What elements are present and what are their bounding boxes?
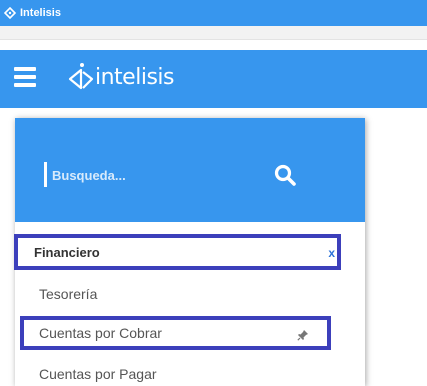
search-icon[interactable] xyxy=(273,163,297,187)
intelisis-diamond-icon xyxy=(68,63,94,90)
search-input[interactable] xyxy=(52,164,242,186)
window-titlebar: Intelisis xyxy=(0,0,427,26)
menu-item-tesoreria[interactable]: Tesorería xyxy=(39,286,97,302)
section-title: Financiero xyxy=(34,244,100,260)
search-area xyxy=(15,118,365,222)
menu-item-cuentas-por-pagar[interactable]: Cuentas por Pagar xyxy=(39,366,157,382)
pin-icon[interactable] xyxy=(297,328,309,341)
window-title: Intelisis xyxy=(20,7,61,19)
menu-icon[interactable] xyxy=(14,67,36,89)
text-caret xyxy=(44,162,47,187)
brand-logo: intelisis xyxy=(68,62,174,92)
brand-name: intelisis xyxy=(95,64,174,90)
toolbar-strip xyxy=(0,26,427,40)
navigation-panel: Financiero x Tesorería Cuentas por Cobra… xyxy=(14,118,365,386)
menu-item-label: Cuentas por Cobrar xyxy=(39,325,162,341)
intelisis-logo-icon xyxy=(3,6,17,20)
app-header: intelisis xyxy=(0,50,427,108)
close-section-button[interactable]: x xyxy=(328,246,335,260)
menu-item-cuentas-por-cobrar[interactable]: Cuentas por Cobrar xyxy=(20,316,331,350)
section-header-financiero[interactable]: Financiero x xyxy=(14,234,341,270)
